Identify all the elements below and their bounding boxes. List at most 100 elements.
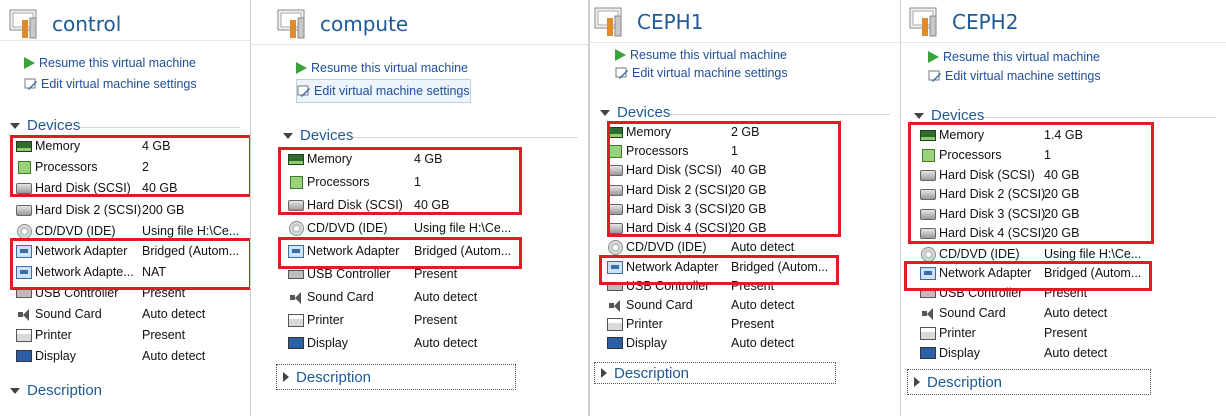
device-row[interactable]: Network Adapte... NAT bbox=[16, 264, 242, 280]
device-value: Auto detect bbox=[414, 336, 478, 350]
device-row[interactable]: Processors 1 bbox=[607, 143, 892, 159]
action-label: Resume this virtual machine bbox=[630, 48, 788, 62]
device-row[interactable]: CD/DVD (IDE) Using file H:\Ce... bbox=[16, 223, 242, 239]
device-row[interactable]: Memory 4 GB bbox=[288, 151, 580, 167]
device-row[interactable]: Printer Present bbox=[607, 316, 892, 332]
vm-title-bar: CEPH1 bbox=[593, 4, 703, 40]
device-row[interactable]: USB Controller Present bbox=[16, 285, 242, 301]
description-section-header[interactable]: Description bbox=[276, 364, 516, 390]
device-row[interactable]: Hard Disk (SCSI) 40 GB bbox=[920, 167, 1218, 183]
device-row[interactable]: Sound Card Auto detect bbox=[607, 297, 892, 313]
header-rule bbox=[0, 40, 250, 41]
hard-disk-icon bbox=[607, 202, 623, 216]
device-row[interactable]: Hard Disk 2 (SCSI) 20 GB bbox=[607, 182, 892, 198]
device-row[interactable]: Hard Disk 3 (SCSI) 20 GB bbox=[607, 201, 892, 217]
device-row[interactable]: Processors 1 bbox=[920, 147, 1218, 163]
network-adapter-icon bbox=[16, 265, 32, 279]
resume-vm-link[interactable]: Resume this virtual machine bbox=[24, 52, 197, 73]
collapse-arrow-icon bbox=[10, 387, 20, 394]
devices-section-header[interactable]: Devices bbox=[914, 107, 984, 124]
expand-arrow-icon bbox=[914, 377, 920, 387]
device-name: Sound Card bbox=[307, 290, 374, 304]
device-row[interactable]: Processors 1 bbox=[288, 174, 580, 190]
section-divider bbox=[670, 114, 890, 115]
device-row[interactable]: Memory 2 GB bbox=[607, 124, 892, 140]
device-row[interactable]: Printer Present bbox=[920, 325, 1218, 341]
device-row[interactable]: Printer Present bbox=[16, 327, 242, 343]
device-name: Processors bbox=[35, 160, 98, 174]
usb-controller-icon bbox=[920, 286, 936, 300]
device-row[interactable]: Hard Disk 3 (SCSI) 20 GB bbox=[920, 206, 1218, 222]
usb-controller-icon bbox=[288, 267, 304, 281]
device-row[interactable]: Memory 1.4 GB bbox=[920, 127, 1218, 143]
description-section-header[interactable]: Description bbox=[907, 369, 1151, 395]
edit-vm-settings-link[interactable]: Edit virtual machine settings bbox=[24, 73, 197, 94]
device-row[interactable]: Sound Card Auto detect bbox=[288, 289, 580, 305]
edit-settings-icon bbox=[24, 77, 38, 91]
edit-settings-icon bbox=[928, 69, 942, 83]
device-row[interactable]: Display Auto detect bbox=[920, 345, 1218, 361]
device-row[interactable]: Network Adapter Bridged (Autom... bbox=[607, 259, 892, 275]
device-row[interactable]: Hard Disk 4 (SCSI) 20 GB bbox=[920, 225, 1218, 241]
play-icon bbox=[24, 56, 35, 69]
edit-vm-settings-link[interactable]: Edit virtual machine settings bbox=[928, 66, 1101, 85]
device-row[interactable]: Printer Present bbox=[288, 312, 580, 328]
device-name: Hard Disk 2 (SCSI) bbox=[35, 203, 142, 217]
device-row[interactable]: Sound Card Auto detect bbox=[920, 305, 1218, 321]
device-row[interactable]: Display Auto detect bbox=[16, 348, 242, 364]
device-row[interactable]: Display Auto detect bbox=[288, 335, 580, 351]
edit-vm-settings-link[interactable]: Edit virtual machine settings bbox=[615, 64, 788, 82]
device-name: Network Adapter bbox=[626, 260, 719, 274]
device-name: Processors bbox=[307, 175, 370, 189]
device-row[interactable]: CD/DVD (IDE) Using file H:\Ce... bbox=[288, 220, 580, 236]
device-name: Memory bbox=[35, 139, 81, 153]
device-row[interactable]: Hard Disk (SCSI) 40 GB bbox=[288, 197, 580, 213]
device-row[interactable]: Hard Disk 2 (SCSI) 20 GB bbox=[920, 186, 1218, 202]
processor-icon bbox=[920, 148, 936, 162]
device-row[interactable]: Hard Disk 2 (SCSI) 200 GB bbox=[16, 202, 242, 218]
device-row[interactable]: Network Adapter Bridged (Autom... bbox=[920, 265, 1218, 281]
device-value: 20 GB bbox=[1044, 226, 1080, 240]
resume-vm-link[interactable]: Resume this virtual machine bbox=[928, 47, 1101, 66]
panel-separator bbox=[588, 0, 590, 416]
devices-section-header[interactable]: Devices bbox=[10, 117, 80, 134]
action-label: Edit virtual machine settings bbox=[632, 66, 788, 80]
device-value: Auto detect bbox=[731, 240, 795, 254]
description-section-header[interactable]: Description bbox=[10, 382, 102, 399]
device-row[interactable]: USB Controller Present bbox=[607, 278, 892, 294]
resume-vm-link[interactable]: Resume this virtual machine bbox=[615, 46, 788, 64]
device-row[interactable]: USB Controller Present bbox=[920, 285, 1218, 301]
device-row[interactable]: Display Auto detect bbox=[607, 335, 892, 351]
device-row[interactable]: CD/DVD (IDE) Auto detect bbox=[607, 239, 892, 255]
device-row[interactable]: Hard Disk (SCSI) 40 GB bbox=[607, 162, 892, 178]
device-name: Network Adapte... bbox=[35, 265, 134, 279]
device-row[interactable]: USB Controller Present bbox=[288, 266, 580, 282]
header-rule bbox=[588, 42, 900, 43]
section-divider bbox=[353, 137, 578, 138]
device-row[interactable]: Network Adapter Bridged (Autom... bbox=[288, 243, 580, 259]
action-label: Resume this virtual machine bbox=[311, 61, 469, 75]
device-row[interactable]: Processors 2 bbox=[16, 159, 242, 175]
device-row[interactable]: Memory 4 GB bbox=[16, 138, 242, 154]
printer-icon bbox=[16, 328, 32, 342]
device-row[interactable]: Sound Card Auto detect bbox=[16, 306, 242, 322]
devices-section-header[interactable]: Devices bbox=[600, 104, 670, 121]
resume-vm-link[interactable]: Resume this virtual machine bbox=[296, 57, 471, 79]
device-row[interactable]: Network Adapter Bridged (Autom... bbox=[16, 243, 242, 259]
device-name: Hard Disk 3 (SCSI) bbox=[626, 202, 732, 216]
vm-title: CEPH2 bbox=[952, 10, 1019, 34]
device-value: 1 bbox=[1044, 148, 1051, 162]
devices-section-header[interactable]: Devices bbox=[283, 127, 353, 144]
device-row[interactable]: Hard Disk (SCSI) 40 GB bbox=[16, 180, 242, 196]
device-row[interactable]: Hard Disk 4 (SCSI) 20 GB bbox=[607, 220, 892, 236]
network-adapter-icon bbox=[16, 244, 32, 258]
expand-arrow-icon bbox=[601, 368, 607, 378]
device-row[interactable]: CD/DVD (IDE) Using file H:\Ce... bbox=[920, 246, 1218, 262]
play-icon bbox=[296, 62, 307, 74]
processor-icon bbox=[607, 144, 623, 158]
device-value: 20 GB bbox=[1044, 187, 1080, 201]
description-section-header[interactable]: Description bbox=[594, 362, 836, 384]
devices-label: Devices bbox=[27, 117, 81, 134]
description-label: Description bbox=[614, 364, 690, 382]
edit-vm-settings-link[interactable]: Edit virtual machine settings bbox=[296, 79, 471, 103]
